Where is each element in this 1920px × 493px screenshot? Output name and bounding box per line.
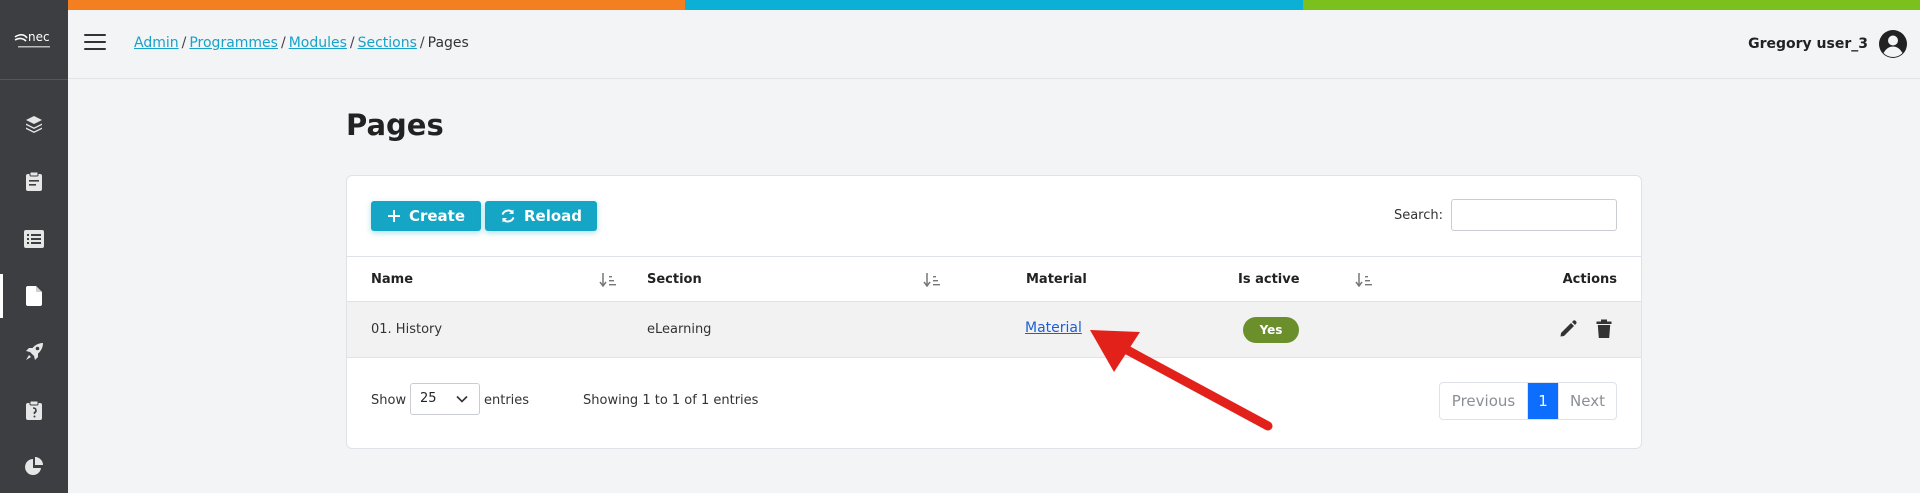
page-title: Pages — [346, 108, 444, 142]
page-button-current[interactable]: 1 — [1528, 383, 1558, 419]
previous-page-button[interactable]: Previous — [1440, 383, 1528, 419]
user-circle-icon[interactable] — [1878, 29, 1908, 59]
table-row: 01. History eLearning Material Yes — [347, 302, 1641, 358]
clipboard-icon — [26, 171, 42, 191]
cell-name: 01. History — [371, 322, 443, 337]
create-button[interactable]: Create — [371, 201, 481, 231]
breadcrumb: Admin / Programmes / Modules / Sections / Pages — [134, 35, 469, 51]
sidebar-item-list[interactable] — [0, 217, 68, 261]
top-color-bar — [68, 0, 1920, 10]
top-header: Admin / Programmes / Modules / Sections / Pages … — [68, 10, 1920, 79]
reload-button-label: Reload — [523, 207, 583, 225]
column-header-is-active[interactable]: Is active — [1238, 272, 1300, 287]
sidebar-item-assessment[interactable] — [0, 388, 68, 432]
breadcrumb-sections[interactable]: Sections — [358, 35, 417, 51]
top-bar-cyan — [685, 0, 1303, 10]
material-link[interactable]: Material — [1025, 320, 1082, 336]
sort-icon[interactable] — [1355, 272, 1373, 288]
search-input[interactable] — [1451, 199, 1617, 231]
pages-card: Create Reload Search: Name Section Mater… — [346, 175, 1642, 449]
user-name: Gregory user_3 — [1748, 36, 1868, 52]
page-length-value: 25 — [420, 391, 437, 406]
top-bar-orange — [68, 0, 686, 10]
show-label: Show — [371, 393, 407, 408]
column-header-name[interactable]: Name — [371, 272, 413, 287]
reload-button[interactable]: Reload — [485, 201, 597, 231]
next-page-button[interactable]: Next — [1558, 383, 1616, 419]
sidebar-item-rocket[interactable] — [0, 330, 68, 374]
sidebar-item-clipboard[interactable] — [0, 159, 68, 203]
user-menu[interactable]: Gregory user_3 — [1748, 29, 1908, 59]
rocket-icon — [26, 343, 43, 360]
file-icon — [26, 286, 42, 306]
breadcrumb-admin[interactable]: Admin — [134, 35, 179, 51]
clipboard-check-icon — [26, 400, 42, 420]
search-label: Search: — [1393, 208, 1443, 223]
sidebar: nec — [0, 0, 68, 493]
create-button-label: Create — [408, 207, 466, 225]
table-header: Name Section Material Is active Actions — [347, 256, 1641, 302]
delete-icon[interactable] — [1596, 319, 1612, 339]
column-header-section[interactable]: Section — [647, 272, 702, 287]
nec-logo[interactable]: nec — [0, 0, 68, 80]
logo-text: nec — [28, 30, 50, 44]
entries-label: entries — [484, 393, 530, 408]
breadcrumb-current: Pages — [427, 35, 469, 51]
plus-icon — [387, 210, 400, 222]
sidebar-item-pages[interactable] — [0, 274, 68, 318]
refresh-icon — [501, 209, 515, 223]
sidebar-item-reports[interactable] — [0, 445, 68, 489]
column-header-material: Material — [1026, 272, 1087, 287]
pagination: Previous 1 Next — [1439, 382, 1617, 420]
chevron-down-icon — [456, 395, 468, 403]
sort-icon[interactable] — [923, 272, 941, 288]
sidebar-item-layers[interactable] — [0, 102, 68, 146]
breadcrumb-modules[interactable]: Modules — [289, 35, 347, 51]
top-bar-green — [1302, 0, 1920, 10]
cell-section: eLearning — [647, 322, 712, 337]
column-header-actions: Actions — [1562, 272, 1617, 287]
logo-mark: nec — [14, 30, 50, 47]
sort-icon[interactable] — [599, 272, 617, 288]
page-length-select[interactable]: 25 — [410, 383, 480, 415]
menu-toggle-icon[interactable] — [84, 34, 106, 52]
table-info: Showing 1 to 1 of 1 entries — [583, 393, 759, 408]
layers-icon — [26, 116, 42, 133]
breadcrumb-programmes[interactable]: Programmes — [189, 35, 278, 51]
edit-icon[interactable] — [1558, 319, 1578, 339]
status-badge: Yes — [1243, 317, 1299, 343]
list-icon — [24, 230, 44, 248]
pie-chart-icon — [25, 457, 43, 475]
